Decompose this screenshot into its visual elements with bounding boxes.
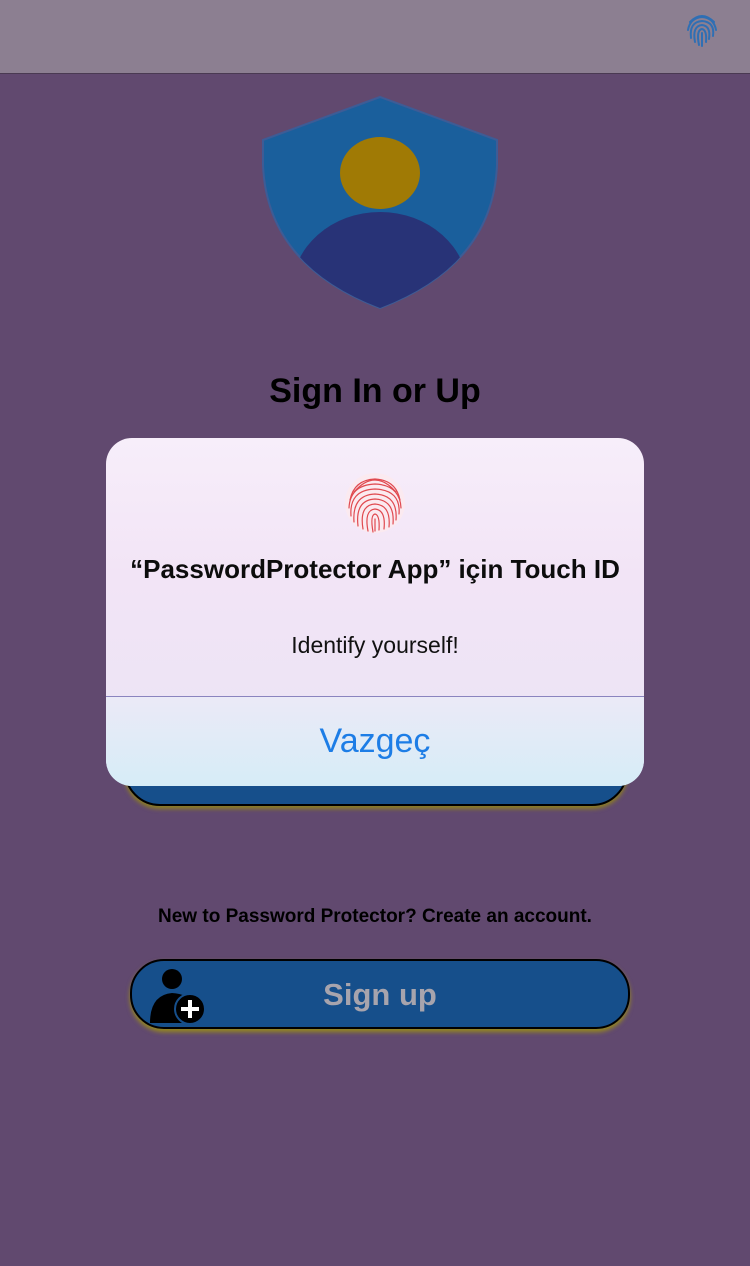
signup-prompt: New to Password Protector? Create an acc… bbox=[158, 906, 592, 927]
sign-up-label: Sign up bbox=[323, 977, 437, 1012]
touch-id-button[interactable] bbox=[680, 8, 724, 52]
fingerprint-icon bbox=[687, 15, 717, 47]
page-title: Sign In or Up bbox=[269, 372, 481, 410]
cancel-button[interactable]: Vazgeç bbox=[106, 697, 644, 786]
shield-user-icon bbox=[262, 95, 498, 310]
navigation-bar bbox=[0, 0, 750, 74]
cancel-label: Vazgeç bbox=[319, 722, 431, 760]
touch-id-alert: “PasswordProtector App” için Touch ID Id… bbox=[106, 438, 644, 786]
fingerprint-icon bbox=[345, 473, 405, 533]
sign-up-button[interactable]: Sign up bbox=[130, 959, 630, 1029]
alert-message: Identify yourself! bbox=[291, 632, 459, 658]
alert-title: “PasswordProtector App” için Touch ID bbox=[130, 554, 620, 584]
